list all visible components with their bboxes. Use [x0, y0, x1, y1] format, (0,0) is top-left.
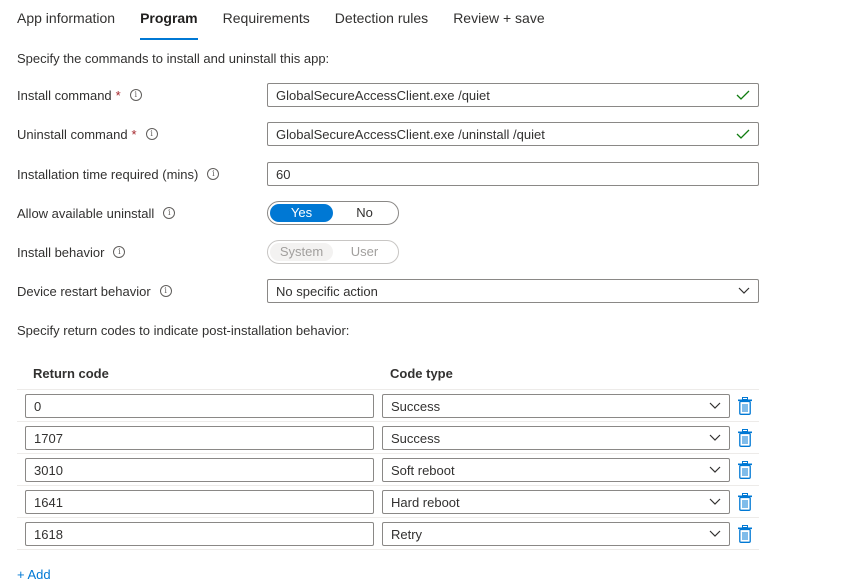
- uninstall-command-label-text: Uninstall command: [17, 126, 128, 142]
- return-code-value: 3010: [34, 462, 63, 478]
- allow-uninstall-toggle[interactable]: Yes No: [267, 201, 399, 225]
- install-command-label: Install command * i: [17, 83, 142, 107]
- chevron-down-icon: [709, 498, 721, 505]
- allow-uninstall-label-text: Allow available uninstall: [17, 205, 155, 221]
- table-row: 0 Success: [17, 390, 759, 422]
- install-behavior-label-text: Install behavior: [17, 244, 105, 260]
- install-command-input[interactable]: GlobalSecureAccessClient.exe /quiet: [267, 83, 759, 107]
- check-icon: [736, 129, 750, 139]
- install-command-value: GlobalSecureAccessClient.exe /quiet: [276, 87, 490, 103]
- column-header-return-code: Return code: [33, 366, 109, 381]
- tab-program[interactable]: Program: [140, 8, 198, 40]
- return-codes-table: Return code Code type 0 Success 1707 Succes…: [17, 358, 759, 550]
- delete-icon[interactable]: [737, 525, 753, 543]
- check-icon: [736, 90, 750, 100]
- info-icon[interactable]: i: [159, 285, 172, 297]
- code-type-value: Success: [391, 430, 441, 446]
- install-time-value: 60: [276, 166, 291, 182]
- code-type-value: Success: [391, 398, 441, 414]
- info-icon[interactable]: i: [145, 128, 158, 140]
- tab-app-information[interactable]: App information: [17, 8, 115, 34]
- code-type-value: Soft reboot: [391, 462, 455, 478]
- code-type-dropdown[interactable]: Soft reboot: [382, 458, 730, 482]
- toggle-option-user: User: [350, 244, 379, 259]
- allow-uninstall-label: Allow available uninstall i: [17, 201, 176, 225]
- return-code-input[interactable]: 1707: [25, 426, 374, 450]
- install-behavior-label: Install behavior i: [17, 240, 126, 264]
- table-header: Return code Code type: [17, 358, 759, 390]
- chevron-down-icon: [709, 402, 721, 409]
- return-code-value: 1641: [34, 494, 63, 510]
- tab-review-save[interactable]: Review + save: [453, 8, 544, 34]
- table-row: 3010 Soft reboot: [17, 454, 759, 486]
- intro-text: Specify the commands to install and unin…: [17, 51, 330, 66]
- table-row: 1707 Success: [17, 422, 759, 454]
- install-time-label: Installation time required (mins) i: [17, 162, 220, 186]
- delete-icon[interactable]: [737, 493, 753, 511]
- chevron-down-icon: [709, 466, 721, 473]
- return-code-input[interactable]: 1618: [25, 522, 374, 546]
- toggle-option-no[interactable]: No: [333, 204, 396, 222]
- info-icon[interactable]: i: [163, 207, 176, 219]
- return-codes-intro: Specify return codes to indicate post-in…: [17, 323, 350, 338]
- table-row: 1618 Retry: [17, 518, 759, 550]
- return-code-value: 0: [34, 398, 42, 414]
- tab-detection-rules[interactable]: Detection rules: [335, 8, 428, 34]
- toggle-option-system: System: [270, 243, 333, 261]
- required-marker: *: [131, 126, 137, 142]
- return-code-value: 1707: [34, 430, 63, 446]
- code-type-value: Hard reboot: [391, 494, 460, 510]
- uninstall-command-input[interactable]: GlobalSecureAccessClient.exe /uninstall …: [267, 122, 759, 146]
- return-code-input[interactable]: 1641: [25, 490, 374, 514]
- code-type-value: Retry: [391, 526, 423, 542]
- delete-icon[interactable]: [737, 429, 753, 447]
- code-type-dropdown[interactable]: Retry: [382, 522, 730, 546]
- install-command-label-text: Install command: [17, 87, 112, 103]
- restart-behavior-dropdown[interactable]: No specific action: [267, 279, 759, 303]
- install-time-label-text: Installation time required (mins): [17, 166, 199, 182]
- return-code-input[interactable]: 0: [25, 394, 374, 418]
- delete-icon[interactable]: [737, 461, 753, 479]
- code-type-dropdown[interactable]: Success: [382, 426, 730, 450]
- chevron-down-icon: [709, 434, 721, 441]
- restart-behavior-label: Device restart behavior i: [17, 279, 172, 303]
- table-row: 1641 Hard reboot: [17, 486, 759, 518]
- tab-requirements[interactable]: Requirements: [223, 8, 310, 34]
- delete-icon[interactable]: [737, 397, 753, 415]
- required-marker: *: [115, 87, 121, 103]
- restart-behavior-label-text: Device restart behavior: [17, 283, 151, 299]
- tab-bar: App information Program Requirements Det…: [17, 8, 570, 40]
- toggle-option-yes[interactable]: Yes: [270, 204, 333, 222]
- uninstall-command-value: GlobalSecureAccessClient.exe /uninstall …: [276, 126, 545, 142]
- code-type-dropdown[interactable]: Hard reboot: [382, 490, 730, 514]
- info-icon[interactable]: i: [207, 168, 220, 180]
- info-icon[interactable]: i: [129, 89, 142, 101]
- info-icon[interactable]: i: [113, 246, 126, 258]
- return-code-value: 1618: [34, 526, 63, 542]
- column-header-code-type: Code type: [390, 366, 453, 381]
- code-type-dropdown[interactable]: Success: [382, 394, 730, 418]
- install-behavior-toggle: System User: [267, 240, 399, 264]
- restart-behavior-value: No specific action: [276, 283, 378, 299]
- install-time-input[interactable]: 60: [267, 162, 759, 186]
- return-code-input[interactable]: 3010: [25, 458, 374, 482]
- add-return-code-link[interactable]: + Add: [17, 567, 51, 582]
- chevron-down-icon: [738, 287, 750, 294]
- chevron-down-icon: [709, 530, 721, 537]
- uninstall-command-label: Uninstall command * i: [17, 122, 158, 146]
